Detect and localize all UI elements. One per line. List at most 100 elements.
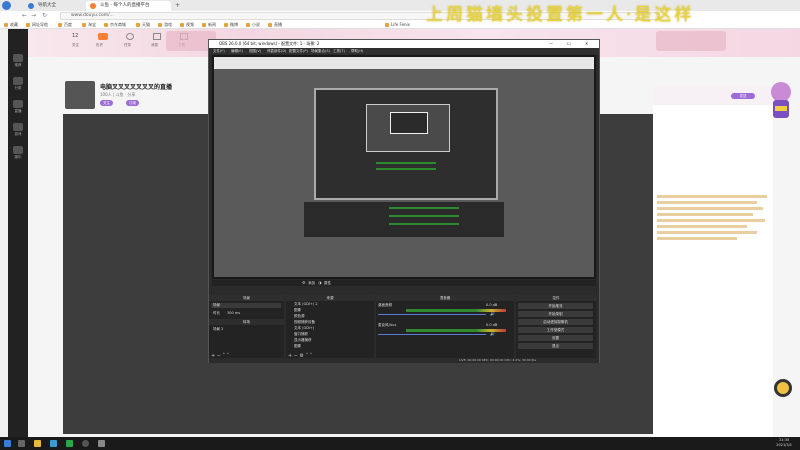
menu-profile[interactable]: 配置文件(P) [289,48,308,54]
scene-item[interactable]: 场景 [211,303,281,308]
settings-button[interactable]: 设置 [518,335,593,341]
app-icon[interactable] [98,440,105,447]
bookmark-item[interactable]: 京东商城 [104,21,126,29]
transition-header: 转场 [209,319,284,325]
tab-douyu[interactable]: 斗鱼 - 每个人的直播平台 [86,1,171,11]
start-icon[interactable] [4,440,11,447]
menu-file[interactable]: 文件(F) [213,48,225,54]
source-item[interactable]: 窗口捕获 [288,332,372,337]
bookmark-item[interactable]: 小说 [246,21,260,29]
bookmark-item[interactable]: Life Fenix [385,21,410,29]
tab-nav[interactable]: 导航大全 [24,1,82,11]
exit-button[interactable]: 退出 [518,343,593,349]
menu-view[interactable]: 视图(V) [249,48,261,54]
bookmark-item[interactable]: 视频 [180,21,194,29]
filter-icon[interactable]: ◑ [318,280,322,285]
task-icon[interactable] [153,33,161,40]
bookmark-item[interactable]: 游戏 [158,21,172,29]
studio-mode-button[interactable]: 工作室模式 [518,327,593,333]
bookmark-item[interactable]: 网址导航 [26,21,48,29]
obs-icon[interactable] [82,440,89,447]
minimize-icon[interactable]: — [549,40,553,48]
source-item[interactable]: 文本 (GDI+) 2 [288,302,372,307]
chat-message [657,195,767,198]
obs-preview[interactable] [212,55,596,279]
history-icon[interactable] [126,33,134,40]
close-icon[interactable]: ✕ [585,40,588,48]
subscribe-pill[interactable]: 订阅 [126,100,139,106]
controls-dock: 控件 开始推流 开始录制 启动虚拟摄像机 工作室模式 设置 退出 [516,295,596,360]
obs-titlebar: OBS 26.0.0 (64 bit, windows) - 配置文件: 1 -… [209,40,599,48]
back-icon[interactable]: ← [22,12,27,19]
bookmark-item[interactable]: 收藏 [4,21,18,29]
gear-icon[interactable]: ⚙ [302,280,306,285]
maximize-icon[interactable]: ☐ [567,40,571,48]
follow-icon[interactable] [98,33,108,40]
tab-label: 导航大全 [38,3,56,8]
nav-label: 娱乐 [14,155,22,159]
chat-rank-bar [653,87,773,105]
source-item[interactable]: 显示器捕获 [288,338,372,343]
bookmark-item[interactable]: 百度 [58,21,72,29]
obs-window: OBS 26.0.0 (64 bit, windows) - 配置文件: 1 -… [208,39,600,363]
volume-slider[interactable] [378,314,486,315]
menu-docks[interactable]: 停靠部件(D) [267,48,286,54]
menu-help[interactable]: 帮助(H) [351,48,363,54]
mascot-icon [771,82,791,118]
mixer-channel-db: 0.0 dB [486,303,498,307]
bookmark-item[interactable]: 淘宝 [82,21,96,29]
source-item[interactable]: 颜色源 [288,314,372,319]
volume-slider[interactable] [378,334,486,335]
menu-tools[interactable]: 工具(T) [333,48,345,54]
virtual-camera-button[interactable]: 启动虚拟摄像机 [518,319,593,325]
app-icon[interactable] [66,440,73,447]
nav-ent-icon[interactable] [13,146,23,154]
sources-dock: 来源 文本 (GDI+) 2 图像 颜色源 视频捕获设备 文本 (GDI+) 窗… [286,295,374,360]
header-stat[interactable]: 12 [72,33,78,39]
nav-category-icon[interactable] [13,77,23,85]
menu-scene-collection[interactable]: 场景集合(S) [311,48,330,54]
nav-live-icon[interactable] [13,100,23,108]
header-label: 任务 [124,43,131,47]
source-item[interactable]: 视频捕获设备 [288,320,372,325]
start-recording-button[interactable]: 开始录制 [518,311,593,317]
speaker-icon[interactable]: 🔊 [490,331,495,336]
scene-item[interactable]: 场景 2 [211,327,281,332]
menu-edit[interactable]: 编辑(E) [231,48,243,54]
search-icon[interactable] [18,440,25,447]
nav-recommend-icon[interactable] [13,54,23,62]
follow-pill[interactable]: 关注 [100,100,113,106]
room-title: 电脑叉叉叉叉叉叉叉的直播 [100,84,173,91]
chat-action-button[interactable]: 发送 [731,93,755,99]
browser-icon[interactable] [50,440,57,447]
nested-green-meter [376,168,436,170]
bookmark-item[interactable]: 微博 [224,21,238,29]
chat-message [657,231,757,234]
toolbar-props[interactable]: 属性 [324,281,331,286]
nav-game-icon[interactable] [13,123,23,131]
mixer-header: 混音器 [376,295,514,301]
bookmark-item[interactable]: 新闻 [202,21,216,29]
clock-date: 2021/3/1 [776,443,792,447]
new-tab-button[interactable]: + [175,2,180,9]
forward-icon[interactable]: → [31,12,36,19]
speaker-icon[interactable]: 🔊 [490,311,495,316]
source-item[interactable]: 图像 [288,308,372,313]
clock[interactable]: 21:35 2021/3/1 [776,438,792,448]
streamer-avatar[interactable] [65,81,95,109]
browser-logo-icon[interactable] [2,1,11,10]
source-item[interactable]: 图像 [288,344,372,349]
explorer-icon[interactable] [34,440,41,447]
start-streaming-button[interactable]: 开始推流 [518,303,593,309]
browser-sidebar [0,29,8,437]
bookmark-item[interactable]: 天猫 [136,21,150,29]
source-item[interactable]: 文本 (GDI+) [288,326,372,331]
toolbar-add[interactable]: 添加 [308,281,315,286]
refresh-icon[interactable]: ↻ [42,12,47,19]
bookmark-item[interactable]: 直播 [268,21,282,29]
controls-header: 控件 [516,295,596,301]
chat-message [657,201,757,204]
chat-panel: 发送 [653,87,773,437]
chat-message [657,225,747,228]
nav-label: 游戏 [14,132,22,136]
